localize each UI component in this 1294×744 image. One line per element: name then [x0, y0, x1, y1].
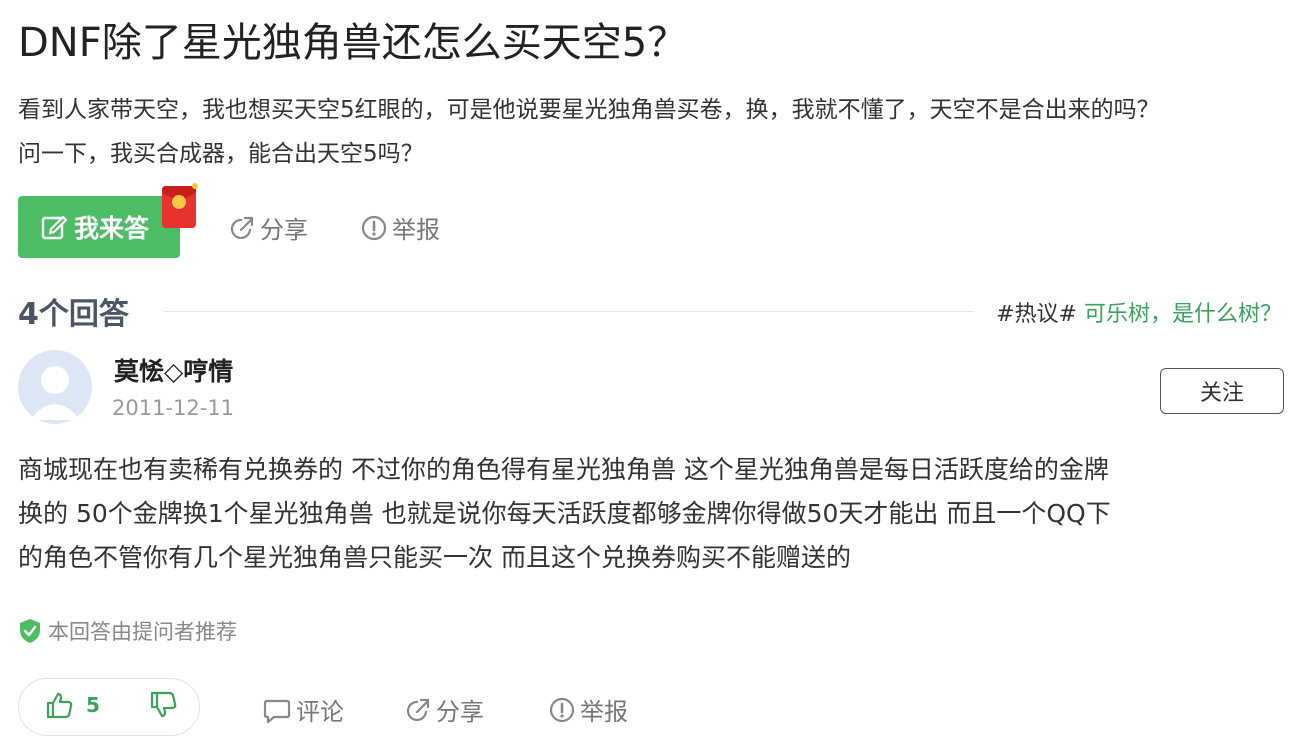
content-line: 换的 50个金牌换1个星光独角兽 也就是说你每天活跃度都够金牌你得做50天才能出… [18, 499, 1111, 528]
avatar[interactable] [18, 350, 92, 424]
upvote-button[interactable]: 5 [44, 690, 100, 720]
hot-topic[interactable]: #热议# 可乐树，是什么树？ [996, 296, 1282, 328]
answer-date: 2011-12-11 [112, 396, 235, 420]
report-icon [549, 697, 575, 722]
thumbs-up-icon [46, 692, 73, 719]
description-line: 看到人家带天空，我也想买天空5红眼的，可是他说要星光独角兽买卷，换，我就不懂了，… [18, 97, 1160, 123]
question-title: DNF除了星光独角兽还怎么买天空5？ [18, 20, 688, 66]
answer-button[interactable]: 我来答 [18, 196, 180, 258]
answer-button-label: 我来答 [74, 214, 150, 243]
report-label: 举报 [580, 698, 628, 726]
comment-icon [263, 699, 291, 723]
comment-button[interactable]: 评论 [262, 692, 344, 727]
comment-label: 评论 [296, 698, 344, 726]
content-line: 的角色不管你有几个星光独角兽只能买一次 而且这个兑换券购买不能赠送的 [18, 543, 851, 572]
answer-report-button[interactable]: 举报 [548, 692, 628, 727]
answer-count: 4个回答 [18, 297, 129, 332]
share-label: 分享 [260, 216, 308, 244]
question-description: 看到人家带天空，我也想买天空5红眼的，可是他说要星光独角兽买卷，换，我就不懂了，… [18, 88, 1288, 176]
answer-share-button[interactable]: 分享 [404, 692, 484, 727]
divider [164, 311, 974, 312]
username[interactable]: 莫恡◇哼情 [114, 352, 233, 388]
shield-check-icon [20, 619, 40, 643]
downvote-button[interactable] [148, 690, 178, 724]
recommended-badge: 本回答由提问者推荐 [18, 616, 237, 646]
follow-button[interactable]: 关注 [1160, 368, 1284, 414]
red-packet-icon[interactable] [160, 182, 198, 230]
share-button[interactable]: 分享 [228, 210, 308, 245]
content-line: 商城现在也有卖稀有兑换券的 不过你的角色得有星光独角兽 这个星光独角兽是每日活跃… [18, 455, 1109, 484]
upvote-count: 5 [86, 693, 100, 717]
share-label: 分享 [436, 698, 484, 726]
hot-topic-link[interactable]: 可乐树，是什么树？ [1084, 302, 1282, 327]
report-icon [361, 215, 387, 240]
thumbs-down-icon [150, 691, 177, 718]
report-button[interactable]: 举报 [360, 210, 440, 245]
recommend-text: 本回答由提问者推荐 [48, 620, 237, 644]
edit-icon [41, 215, 68, 240]
description-line: 问一下，我买合成器，能合出天空5吗？ [18, 141, 424, 167]
share-icon [230, 216, 254, 239]
share-icon [406, 698, 430, 721]
user-placeholder-icon [30, 366, 80, 420]
answer-content: 商城现在也有卖稀有兑换券的 不过你的角色得有星光独角兽 这个星光独角兽是每日活跃… [18, 448, 1284, 580]
hot-tag: #热议# [996, 302, 1077, 327]
report-label: 举报 [392, 216, 440, 244]
